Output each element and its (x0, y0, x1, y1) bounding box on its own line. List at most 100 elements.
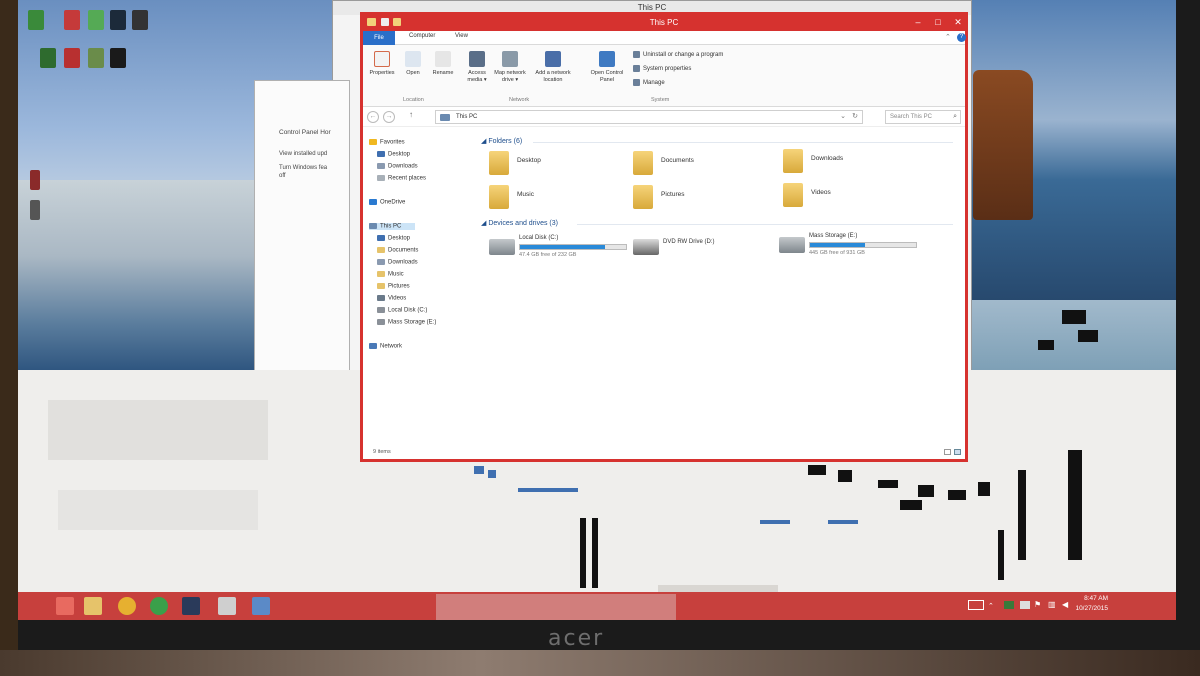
downloads-icon (377, 163, 385, 169)
folder-icon[interactable] (367, 18, 376, 26)
properties-icon[interactable] (381, 18, 389, 26)
quick-access-toolbar[interactable] (367, 18, 407, 28)
chevron-up-icon[interactable]: ⌃ (988, 602, 994, 610)
devices-section-header[interactable]: ◢ Devices and drives (3) (481, 219, 558, 227)
folder-pictures[interactable]: Pictures (633, 185, 773, 213)
map-network-drive-button[interactable]: Map network drive ▾ (493, 51, 527, 84)
nav-this-pc[interactable]: This PC (369, 223, 416, 230)
monitor-bezel (0, 0, 18, 676)
monitor-icon[interactable] (1020, 601, 1030, 609)
drive-mass-storage[interactable]: Mass Storage (E:) 445 GB free of 931 GB (779, 233, 929, 265)
manage-link[interactable]: Manage (633, 79, 665, 86)
nav-pc-downloads[interactable]: Downloads (377, 259, 418, 266)
rename-button[interactable]: Rename (429, 51, 457, 77)
volume-icon[interactable]: ◀ (1062, 600, 1068, 609)
nav-pc-mass-storage[interactable]: Mass Storage (E:) (377, 319, 436, 326)
chevron-down-icon[interactable]: ⌄ (840, 111, 846, 123)
desktop-shortcut-icon[interactable] (64, 10, 80, 30)
system-properties-link[interactable]: System properties (633, 65, 691, 72)
new-folder-icon[interactable] (393, 18, 401, 26)
drive-local-disk[interactable]: Local Disk (C:) 47.4 GB free of 232 GB (489, 235, 639, 267)
minimize-button[interactable]: – (909, 16, 927, 28)
keyboard-icon[interactable] (968, 600, 984, 610)
folder-music[interactable]: Music (489, 185, 629, 213)
nav-pc-videos[interactable]: Videos (377, 295, 406, 302)
nav-pc-pictures[interactable]: Pictures (377, 283, 410, 290)
nav-pc-desktop[interactable]: Desktop (377, 235, 410, 242)
folder-videos[interactable]: Videos (783, 183, 923, 211)
desktop-shortcut-icon[interactable] (110, 10, 126, 30)
desktop-shortcut-icon[interactable] (88, 10, 104, 30)
address-box[interactable]: This PC ⌄ ↻ (435, 110, 863, 124)
access-media-button[interactable]: Access media ▾ (463, 51, 491, 84)
nav-pc-music[interactable]: Music (377, 271, 404, 278)
help-icon[interactable]: ? (957, 33, 966, 42)
desktop-shortcut-icon[interactable] (30, 170, 40, 190)
open-control-panel-button[interactable]: Open Control Panel (587, 51, 627, 84)
section-divider (533, 142, 953, 143)
desktop-shortcut-icon[interactable] (30, 200, 40, 220)
nav-downloads[interactable]: Downloads (377, 163, 418, 170)
folder-documents[interactable]: Documents (633, 151, 773, 179)
control-panel-label: Open Control (590, 70, 624, 76)
folder-label: Music (517, 191, 534, 198)
folders-section-header[interactable]: ◢ Folders (6) (481, 137, 522, 145)
ribbon: Properties Open Rename Location Access m… (363, 45, 965, 107)
up-button[interactable]: ↑ (409, 110, 413, 119)
nav-label: Favorites (380, 139, 405, 146)
explorer-window[interactable]: This PC – □ ✕ File Computer View ⌃ ? Pro… (360, 12, 968, 462)
app-icon[interactable] (218, 597, 236, 615)
network-icon[interactable]: ▥ (1048, 600, 1056, 609)
add-network-location-button[interactable]: Add a network location (533, 51, 573, 84)
spotify-icon[interactable] (150, 597, 168, 615)
file-explorer-icon[interactable] (84, 597, 102, 615)
tab-file[interactable]: File (363, 31, 395, 45)
control-panel-link[interactable]: Turn Windows fea (279, 165, 327, 171)
folder-downloads[interactable]: Downloads (783, 149, 923, 177)
clock-date[interactable]: 10/27/2015 (1070, 605, 1108, 612)
nvidia-icon[interactable] (1004, 601, 1014, 609)
control-panel-icon[interactable] (252, 597, 270, 615)
clock-time[interactable]: 8:47 AM (1080, 595, 1108, 602)
tab-computer[interactable]: Computer (409, 33, 435, 39)
nav-network[interactable]: Network (369, 343, 402, 350)
folder-icon (783, 149, 803, 173)
tab-view[interactable]: View (455, 33, 468, 39)
dvd-drive-icon (633, 239, 659, 255)
nav-recent-places[interactable]: Recent places (377, 175, 426, 182)
tiles-view-icon[interactable] (954, 449, 961, 455)
control-panel-label-2: Panel (599, 77, 615, 83)
refresh-icon[interactable]: ↻ (852, 111, 858, 123)
desktop-shortcut-icon[interactable] (132, 10, 148, 30)
open-button[interactable]: Open (401, 51, 425, 77)
nav-desktop[interactable]: Desktop (377, 151, 410, 158)
control-panel-link[interactable]: View installed upd (279, 151, 327, 157)
drive-dvd[interactable]: DVD RW Drive (D:) (633, 235, 783, 267)
properties-button[interactable]: Properties (367, 51, 397, 77)
desktop-shortcut-icon[interactable] (28, 10, 44, 30)
search-input[interactable]: Search This PC ⌕ (885, 110, 961, 124)
nav-onedrive[interactable]: OneDrive (369, 199, 405, 206)
details-view-icon[interactable] (944, 449, 951, 455)
maximize-button[interactable]: □ (929, 16, 947, 28)
item-count: 9 items (373, 449, 391, 455)
flag-icon[interactable]: ⚑ (1034, 600, 1041, 609)
documents-icon (377, 247, 385, 253)
nav-pc-local-disk[interactable]: Local Disk (C:) (377, 307, 427, 314)
forward-button[interactable]: → (383, 111, 395, 123)
desktop-shortcut-icon[interactable] (88, 48, 104, 68)
desktop-shortcut-icon[interactable] (64, 48, 80, 68)
start-button-icon[interactable] (56, 597, 74, 615)
close-button[interactable]: ✕ (949, 16, 967, 28)
uninstall-program-link[interactable]: Uninstall or change a program (633, 51, 723, 58)
collapse-ribbon-icon[interactable]: ⌃ (945, 33, 951, 41)
ribbon-group-network: Network (509, 97, 530, 103)
steam-icon[interactable] (182, 597, 200, 615)
desktop-shortcut-icon[interactable] (110, 48, 126, 68)
folder-desktop[interactable]: Desktop (489, 151, 629, 179)
desktop-shortcut-icon[interactable] (40, 48, 56, 68)
back-button[interactable]: ← (367, 111, 379, 123)
chrome-icon[interactable] (118, 597, 136, 615)
nav-favorites[interactable]: Favorites (369, 139, 405, 146)
nav-pc-documents[interactable]: Documents (377, 247, 418, 254)
